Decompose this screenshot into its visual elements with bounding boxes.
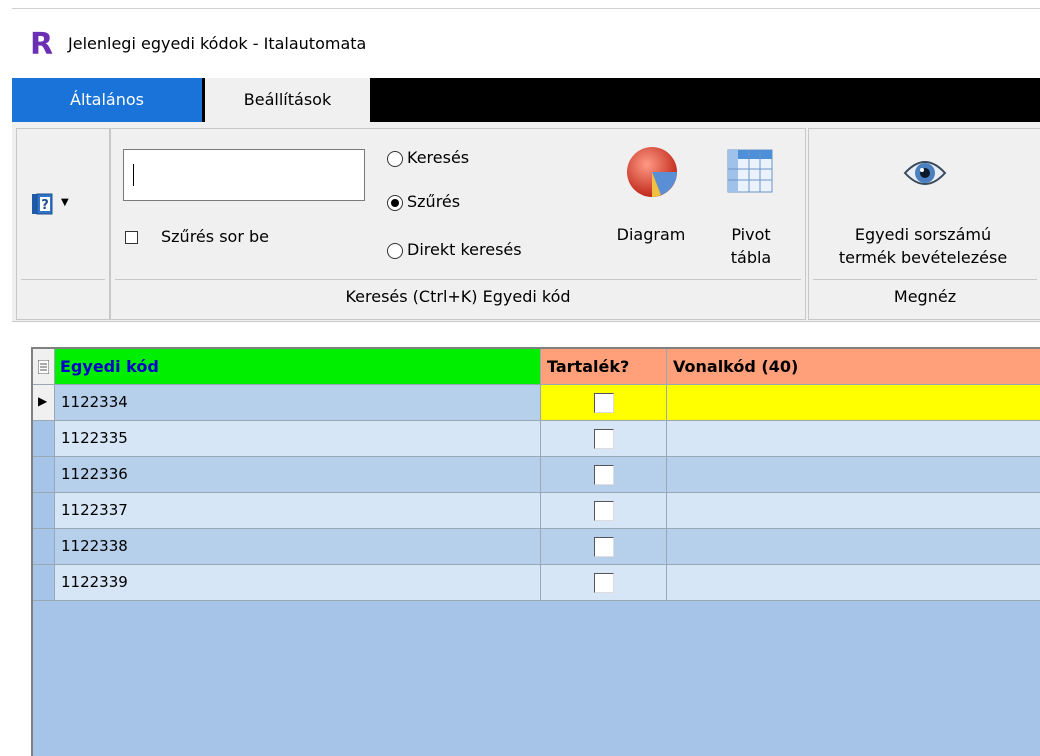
grid-menu-button[interactable] [33,349,55,385]
column-header-barcode-label: Vonalkód (40) [673,357,799,376]
cell-barcode[interactable] [667,385,1040,421]
group-separator [21,279,105,280]
row-indicator[interactable] [33,529,55,565]
reserve-checkbox[interactable] [594,573,614,593]
cell-code-text: 1122338 [61,537,128,555]
column-header-reserve[interactable]: Tartalék? [541,349,667,385]
tab-general[interactable]: Általános [12,78,202,122]
ribbon: ? ▼ Szűrés sor be Keresés Szűrés Direkt … [12,122,1040,322]
app-logo: R [30,27,54,62]
cell-code[interactable]: 1122334 [55,385,541,421]
radio-direct-search-label: Direkt keresés [407,240,522,259]
cell-barcode[interactable] [667,529,1040,565]
window-title: Jelenlegi egyedi kódok - Italautomata [68,34,367,53]
diagram-button[interactable]: Diagram [601,135,701,275]
eye-icon [903,161,947,185]
cell-reserve[interactable] [541,385,667,421]
column-chooser-icon [38,360,49,374]
reserve-checkbox[interactable] [594,465,614,485]
window-border [12,8,1040,9]
cell-code-text: 1122339 [61,573,128,591]
cell-reserve[interactable] [541,457,667,493]
row-indicator[interactable]: ▶ [33,385,55,421]
cell-code-text: 1122334 [61,393,128,411]
group-separator [813,279,1037,280]
column-header-reserve-label: Tartalék? [547,357,630,376]
cell-reserve[interactable] [541,421,667,457]
radio-direct-search[interactable] [387,243,403,259]
view-group-caption: Megnéz [893,287,957,306]
column-header-barcode[interactable]: Vonalkód (40) [667,349,1040,385]
cell-code[interactable]: 1122338 [55,529,541,565]
cell-barcode[interactable] [667,421,1040,457]
pie-chart-icon [627,147,677,197]
text-caret [133,164,134,186]
receive-serial-product-button[interactable]: Egyedi sorszámú termék bevételezése [815,135,1031,275]
column-header-code[interactable]: Egyedi kód [55,349,541,385]
pivot-table-icon [727,149,773,193]
tab-general-label: Általános [70,90,144,109]
cell-reserve[interactable] [541,529,667,565]
current-row-arrow-icon: ▶ [38,394,48,408]
pivot-label-line2: tábla [730,248,772,267]
cell-code[interactable]: 1122337 [55,493,541,529]
search-input[interactable] [123,149,365,201]
help-group: ? ▼ [16,128,110,320]
search-group: Szűrés sor be Keresés Szűrés Direkt kere… [110,128,806,320]
group-separator [115,279,801,280]
radio-filter[interactable] [387,195,403,211]
svg-text:?: ? [41,198,49,213]
filter-row-label: Szűrés sor be [161,227,269,246]
cell-barcode[interactable] [667,565,1040,601]
cell-reserve[interactable] [541,565,667,601]
search-group-caption: Keresés (Ctrl+K) Egyedi kód [345,287,571,306]
reserve-checkbox[interactable] [594,537,614,557]
help-book-icon[interactable]: ? [31,193,53,215]
cell-barcode[interactable] [667,457,1040,493]
filter-row-checkbox[interactable] [125,231,138,244]
reserve-checkbox[interactable] [594,501,614,521]
view-group: Egyedi sorszámú termék bevételezése Megn… [808,128,1040,320]
receive-label-line2: termék bevételezése [838,248,1008,267]
row-indicator[interactable] [33,421,55,457]
pivot-table-button[interactable]: Pivot tábla [711,135,791,275]
row-indicator[interactable] [33,457,55,493]
cell-code[interactable]: 1122339 [55,565,541,601]
data-grid: Egyedi kód Tartalék? Vonalkód (40) ▶ 112… [31,347,1040,756]
tab-settings[interactable]: Beállítások [205,78,370,122]
reserve-checkbox[interactable] [594,429,614,449]
cell-code-text: 1122336 [61,465,128,483]
reserve-checkbox[interactable] [594,393,614,413]
row-indicator[interactable] [33,565,55,601]
cell-barcode[interactable] [667,493,1040,529]
receive-label-line1: Egyedi sorszámú [854,225,992,244]
column-header-code-label: Egyedi kód [60,357,159,376]
cell-code[interactable]: 1122335 [55,421,541,457]
diagram-label: Diagram [616,225,686,244]
cell-code[interactable]: 1122336 [55,457,541,493]
tab-settings-label: Beállítások [243,90,332,109]
pivot-label-line1: Pivot [731,225,771,244]
cell-reserve[interactable] [541,493,667,529]
radio-search[interactable] [387,151,403,167]
caret-down-icon[interactable]: ▼ [61,197,69,208]
radio-filter-label: Szűrés [407,192,461,211]
cell-code-text: 1122335 [61,429,128,447]
row-indicator[interactable] [33,493,55,529]
cell-code-text: 1122337 [61,501,128,519]
radio-search-label: Keresés [407,148,470,167]
